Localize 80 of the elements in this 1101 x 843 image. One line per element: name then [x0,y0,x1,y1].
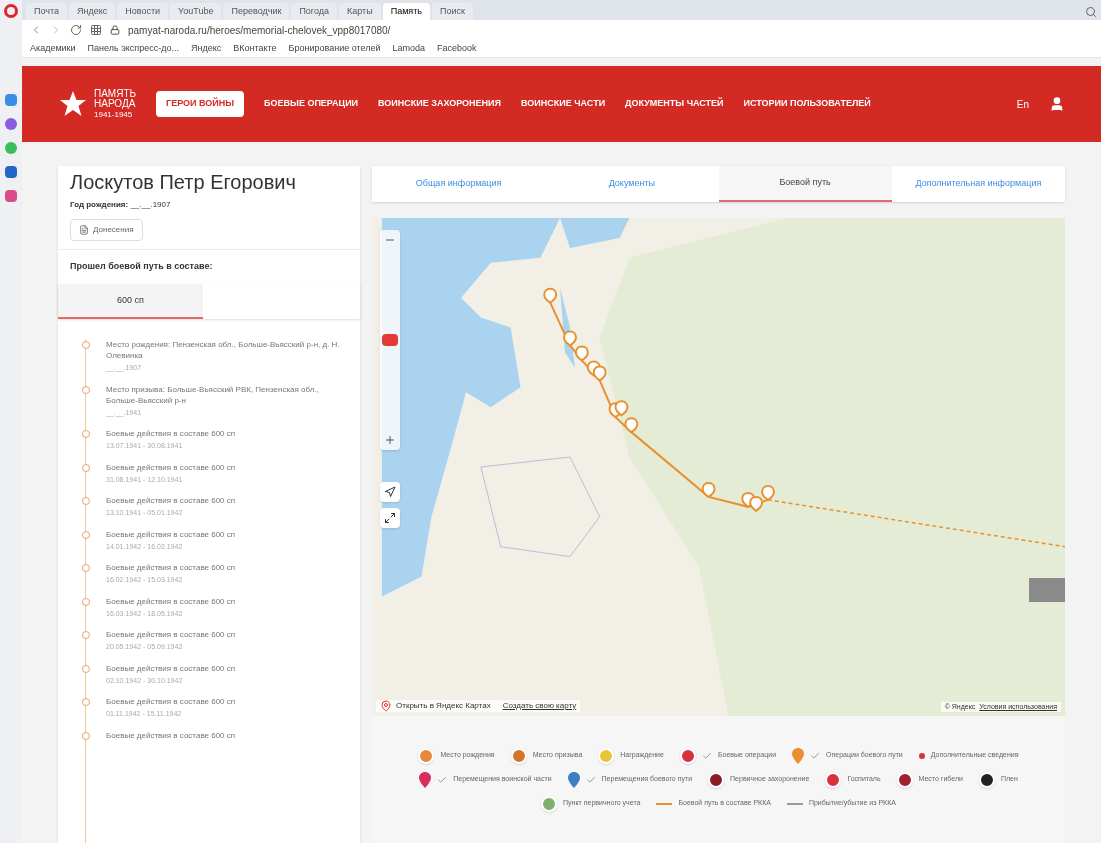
birth-year-text: Год рождения: __.__.1907 [70,199,171,211]
bookmark-link[interactable]: Facebook [437,41,477,56]
geolocation-button[interactable] [380,482,400,502]
search-icon[interactable] [1085,6,1097,18]
lock-icon [110,25,120,35]
timeline-event-text: Боевые действия в составе 600 сп [106,729,236,741]
browser-logo-icon[interactable] [4,4,18,18]
timeline-event-text: Боевые действия в составе 600 сп [106,696,236,707]
nav-link[interactable]: ДОКУМЕНТЫ ЧАСТЕЙ [625,97,724,111]
battle-path-label: Прошел боевой путь в составе: [58,249,360,284]
site-logo[interactable]: ПАМЯТЬ НАРОДА 1941-1945 [58,89,137,119]
timeline-marker-icon [82,664,90,673]
timeline-event-text: Место призыва: Больше-Вьясский РВК, Пензенская обл., Больше-Вьясский р-н [106,383,320,406]
browser-tab[interactable]: Память [382,3,430,20]
zoom-slider-thumb[interactable] [382,334,398,346]
browser-tab[interactable]: Поиск [432,3,473,20]
address-field[interactable]: pamyat-naroda.ru/heroes/memorial-chelovek_vpp8017080/ [128,22,391,38]
zoom-control[interactable] [380,230,400,450]
browser-tab[interactable]: Переводчик [223,3,290,20]
timeline-marker-icon [82,631,90,639]
nav-link[interactable]: ИСТОРИИ ПОЛЬЗОВАТЕЛЕЙ [743,97,871,111]
timeline-event-text: Боевые действия в составе 600 сп [106,528,236,540]
timeline-marker-icon [82,530,90,539]
documents-button[interactable]: Донесения [70,219,143,241]
timeline-marker-icon [82,341,90,349]
timeline-marker-icon [82,564,90,572]
create-map-link[interactable]: Создать свою карту [502,700,577,712]
reload-icon[interactable] [70,24,82,36]
expand-icon [384,512,396,524]
bookmark-link[interactable]: Академики [30,41,76,56]
bookmark-link[interactable]: Панель экспресс-до... [87,41,179,56]
timeline-event-text: Боевые действия в составе 600 сп [106,495,236,506]
person-name: Лоскутов Петр Егорович [70,170,296,195]
browser-tab[interactable]: YouTube [170,3,222,20]
info-tab[interactable]: Дополнительная информация [891,166,1065,202]
navigation-icon [384,486,396,498]
nav-link[interactable]: ВОИНСКИЕ ЗАХОРОНЕНИЯ [378,97,502,111]
timeline-event-text: Боевые действия в составе 600 сп [106,662,236,674]
info-tab[interactable]: Общая информация [372,166,546,202]
document-icon [79,225,89,235]
browser-tab[interactable]: Новости [117,3,169,20]
browser-tab[interactable]: Карты [339,3,381,20]
timeline-event-text: Боевые действия в составе 600 сп [106,461,236,473]
timeline-event-text: Боевые действия в составе 600 сп [106,562,236,573]
timeline-marker-icon [82,463,90,472]
timeline-event-text: Боевые действия в составе 600 сп [106,428,236,439]
timeline-event-text: Место рождения: Пензенская обл., Больше-Вьясский р-н, д. Н. Олевинка [106,339,341,361]
sidebar-app-icon[interactable] [5,166,17,178]
bookmark-link[interactable]: Lamoda [392,41,425,56]
nav-link[interactable]: ГЕРОИ ВОЙНЫ [156,91,245,117]
fullscreen-button[interactable] [380,508,400,528]
info-tab[interactable]: Документы [545,166,719,202]
sidebar-app-icon[interactable] [5,142,17,154]
sidebar-app-icon[interactable] [5,94,17,106]
timeline-marker-icon [82,497,90,505]
timeline-marker-icon [82,597,90,606]
bookmark-link[interactable]: ВКонтакте [233,41,277,56]
timeline-marker-icon [82,698,90,706]
browser-tab[interactable]: Погода [291,3,337,20]
sidebar-app-icon[interactable] [5,118,17,130]
timeline-marker-icon [82,385,90,394]
open-in-maps-link[interactable]: Открыть в Яндекс Картах [380,700,491,712]
timeline-marker-icon [82,430,90,438]
browser-tab[interactable]: Почта [26,3,67,20]
zoom-in-icon[interactable] [384,434,396,446]
speed-dial-icon[interactable] [90,24,102,36]
bookmark-link[interactable]: Бронирование отелей [288,41,381,56]
unit-tab[interactable]: 600 сп [58,283,203,319]
nav-link[interactable]: ВОИНСКИЕ ЧАСТИ [521,97,606,111]
timeline-event-text: Боевые действия в составе 600 сп [106,595,236,607]
sidebar-app-icon[interactable] [5,190,17,202]
info-tab[interactable]: Боевой путь [718,166,892,202]
timeline-marker-icon [82,731,90,740]
map-pin-icon [380,700,392,712]
language-link[interactable]: En [1016,96,1029,112]
browser-tab[interactable]: Яндекс [69,3,116,20]
nav-link[interactable]: БОЕВЫЕ ОПЕРАЦИИ [264,97,359,111]
bookmark-link[interactable]: Яндекс [190,41,222,56]
timeline-event-text: Боевые действия в составе 600 сп [106,629,236,640]
user-icon[interactable] [1049,96,1065,112]
